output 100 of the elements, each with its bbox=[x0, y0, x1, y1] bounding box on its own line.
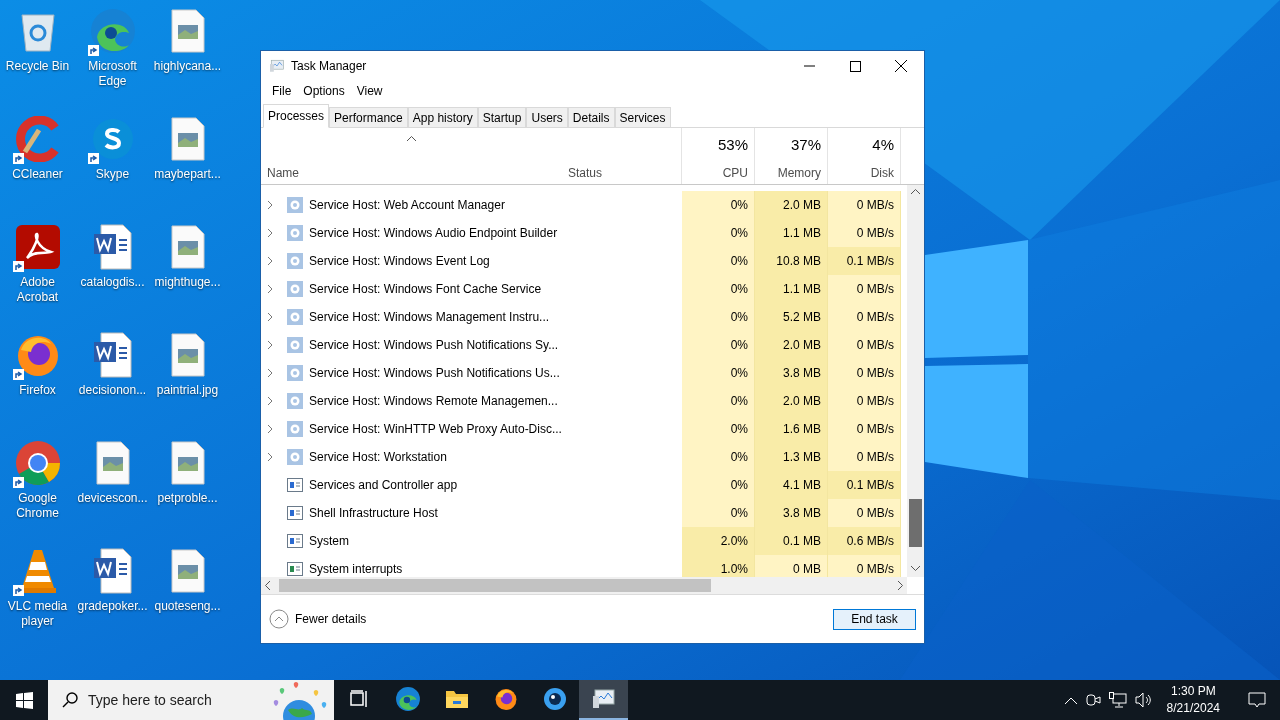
table-cell: 0 MB/s bbox=[828, 359, 901, 387]
word-document-icon bbox=[92, 224, 133, 270]
tab[interactable]: Processes bbox=[263, 104, 330, 128]
eye-ring-icon bbox=[542, 687, 567, 711]
column-header[interactable]: Status bbox=[568, 166, 603, 180]
desktop-icon[interactable]: CCleaner bbox=[0, 114, 75, 222]
process-name: Service Host: Windows Remote Managemen... bbox=[309, 394, 558, 408]
task-manager-icon bbox=[591, 688, 616, 710]
table-cell: 0% bbox=[682, 275, 755, 303]
desktop-icon[interactable]: Microsoft Edge bbox=[75, 6, 150, 114]
menu-item[interactable]: View bbox=[351, 84, 388, 98]
window-icon bbox=[287, 562, 303, 576]
desktop-icon-label: quoteseng... bbox=[153, 599, 222, 614]
image-file-icon bbox=[169, 9, 206, 53]
table-cell: 0% bbox=[682, 331, 755, 359]
tab[interactable]: Startup bbox=[477, 107, 527, 127]
tab[interactable]: Details bbox=[567, 107, 615, 127]
gear-icon bbox=[287, 253, 303, 269]
column-header[interactable]: Memory bbox=[777, 166, 821, 180]
table-cell: 0 MB/s bbox=[828, 303, 901, 331]
desktop-icon[interactable]: decisionon... bbox=[75, 330, 150, 438]
table-cell: 0.1 MB/s bbox=[828, 247, 901, 275]
tab[interactable]: Users bbox=[526, 107, 568, 127]
desktop-icon[interactable]: highlycana... bbox=[150, 6, 225, 114]
process-name: Services and Controller app bbox=[309, 478, 458, 492]
process-name: System interrupts bbox=[309, 562, 403, 576]
desktop-icon[interactable]: Firefox bbox=[0, 330, 75, 438]
column-header[interactable]: CPU bbox=[722, 166, 748, 180]
desktop-icon[interactable]: Adobe Acrobat bbox=[0, 222, 75, 330]
window-icon bbox=[287, 506, 303, 520]
desktop-icon[interactable]: devicescon... bbox=[75, 438, 150, 546]
horizontal-scrollbar[interactable] bbox=[261, 577, 907, 594]
desktop-icon[interactable]: VLC media player bbox=[0, 546, 75, 654]
desktop-icon[interactable]: quoteseng... bbox=[150, 546, 225, 654]
image-file-icon bbox=[169, 333, 206, 377]
table-cell: 3.8 MB bbox=[755, 499, 828, 527]
sort-caret-icon bbox=[407, 136, 416, 141]
column-total: 37% bbox=[790, 136, 821, 153]
desktop-icon[interactable]: paintrial.jpg bbox=[150, 330, 225, 438]
fewer-details-link[interactable]: Fewer details bbox=[269, 609, 367, 629]
table-cell: 1.1 MB bbox=[755, 219, 828, 247]
scroll-right-icon[interactable] bbox=[898, 581, 903, 590]
desktop-icon[interactable]: maybepart... bbox=[150, 114, 225, 222]
table-cell: 0.1 MB bbox=[755, 527, 828, 555]
table-cell: 3.8 MB bbox=[755, 359, 828, 387]
desktop-icon[interactable]: catalogdis... bbox=[75, 222, 150, 330]
edge-icon bbox=[394, 686, 421, 712]
desktop-icon-label: gradepoker... bbox=[76, 599, 149, 614]
search-bar[interactable]: Type here to search bbox=[48, 680, 334, 720]
chevron-right-icon bbox=[267, 452, 273, 462]
table-cell: 5.2 MB bbox=[755, 303, 828, 331]
scrollbar-thumb[interactable] bbox=[909, 499, 922, 547]
camera-icon bbox=[1084, 692, 1101, 708]
column-header[interactable]: Name bbox=[267, 166, 299, 180]
chevron-right-icon bbox=[267, 340, 273, 350]
table-cell: 0% bbox=[682, 443, 755, 471]
table-cell: 0 MB/s bbox=[828, 191, 901, 219]
desktop-icon-label: Firefox bbox=[18, 383, 57, 398]
clock-date[interactable]: 8/21/2024 bbox=[1166, 700, 1220, 717]
table-cell: 1.6 MB bbox=[755, 415, 828, 443]
menu-item[interactable]: File bbox=[267, 84, 297, 98]
network-icon bbox=[1108, 692, 1127, 708]
scroll-left-icon[interactable] bbox=[265, 581, 270, 590]
tab[interactable]: Services bbox=[614, 107, 671, 127]
column-header[interactable]: Disk bbox=[870, 166, 894, 180]
desktop-icon[interactable]: Recycle Bin bbox=[0, 6, 75, 114]
chevron-right-icon bbox=[267, 200, 273, 210]
table-cell: 0% bbox=[682, 471, 755, 499]
desktop-icon[interactable]: Google Chrome bbox=[0, 438, 75, 546]
chevron-right-icon bbox=[267, 424, 273, 434]
process-name: Service Host: Windows Push Notifications Sy... bbox=[309, 338, 559, 352]
skype-icon bbox=[90, 117, 135, 161]
maximize-icon bbox=[849, 60, 861, 72]
window-icon bbox=[287, 534, 303, 548]
process-name: Service Host: WinHTTP Web Proxy Auto-Disc... bbox=[309, 422, 562, 436]
gear-icon bbox=[287, 393, 303, 409]
menu-item[interactable]: Options bbox=[298, 84, 350, 98]
desktop-icon[interactable]: Skype bbox=[75, 114, 150, 222]
end-task-button[interactable]: End task bbox=[833, 608, 916, 630]
desktop-icon[interactable]: petproble... bbox=[150, 438, 225, 546]
table-cell: 1.0% bbox=[682, 555, 755, 577]
scroll-down-icon[interactable] bbox=[911, 566, 920, 571]
vertical-scrollbar[interactable] bbox=[907, 185, 924, 577]
process-name: System bbox=[309, 534, 349, 548]
chevron-right-icon bbox=[267, 284, 273, 294]
close-icon bbox=[895, 60, 907, 72]
desktop-icon[interactable]: gradepoker... bbox=[75, 546, 150, 654]
gear-icon bbox=[287, 225, 303, 241]
speaker-icon bbox=[1134, 692, 1153, 708]
clock-time[interactable]: 1:30 PM bbox=[1170, 683, 1216, 700]
search-icon bbox=[62, 692, 78, 708]
chrome-icon bbox=[14, 440, 61, 486]
scroll-up-icon[interactable] bbox=[911, 189, 920, 194]
scrollbar-thumb[interactable] bbox=[279, 579, 711, 592]
search-field[interactable]: Type here to search bbox=[86, 691, 270, 709]
taskbar-button[interactable] bbox=[579, 680, 628, 720]
tab[interactable]: Performance bbox=[329, 107, 408, 127]
tab[interactable]: App history bbox=[407, 107, 478, 127]
desktop-icon-label: catalogdis... bbox=[79, 275, 146, 290]
desktop-icon[interactable]: mighthuge... bbox=[150, 222, 225, 330]
